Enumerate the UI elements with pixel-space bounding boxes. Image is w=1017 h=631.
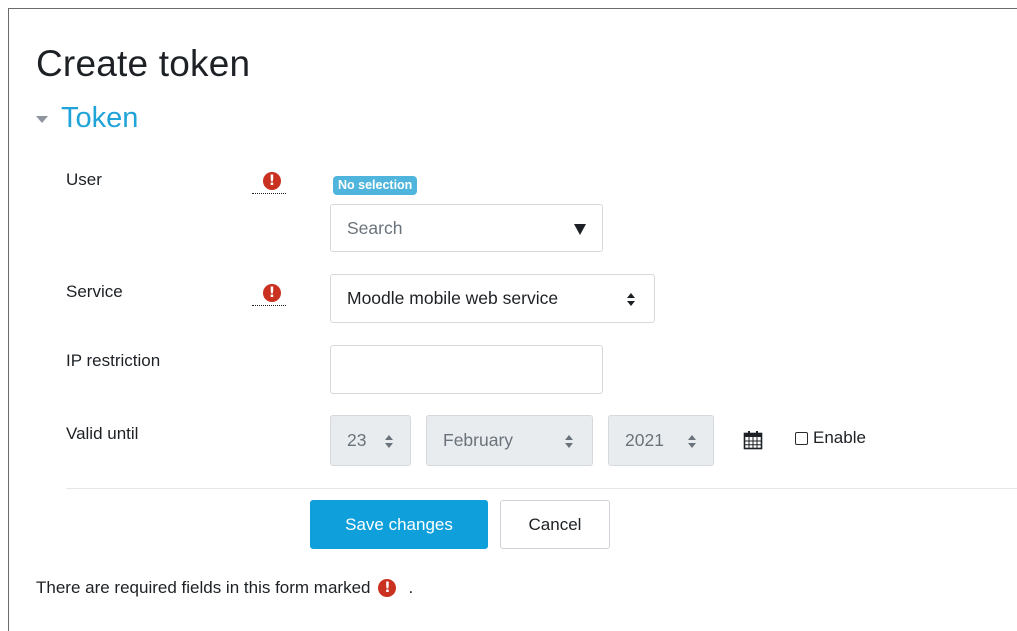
select-updown-icon bbox=[565, 435, 573, 449]
required-icon: ! bbox=[263, 172, 281, 190]
required-note-text: There are required fields in this form m… bbox=[36, 578, 371, 597]
select-updown-icon bbox=[385, 435, 393, 449]
year-value: 2021 bbox=[625, 430, 664, 450]
required-icon: ! bbox=[378, 579, 397, 597]
required-icon: ! bbox=[263, 284, 281, 302]
ip-restriction-label: IP restriction bbox=[66, 351, 161, 370]
dropdown-arrow-icon[interactable] bbox=[574, 224, 586, 235]
required-indicator-underline bbox=[252, 193, 286, 194]
no-selection-badge: No selection bbox=[333, 176, 418, 195]
required-fields-note: There are required fields in this form m… bbox=[36, 576, 413, 600]
month-value: February bbox=[443, 430, 514, 450]
calendar-icon[interactable] bbox=[743, 430, 763, 450]
ip-restriction-input[interactable] bbox=[330, 345, 603, 394]
service-label: Service bbox=[66, 282, 123, 301]
enable-checkbox-label[interactable]: Enable bbox=[795, 428, 866, 448]
service-selected-value: Moodle mobile web service bbox=[347, 288, 559, 308]
token-section-toggle[interactable]: Token bbox=[36, 98, 138, 138]
service-select[interactable]: Moodle mobile web service bbox=[330, 274, 655, 323]
day-select[interactable]: 23 bbox=[330, 415, 411, 466]
cancel-button[interactable]: Cancel bbox=[500, 500, 610, 549]
caret-down-icon bbox=[36, 115, 48, 123]
required-note-trailing: . bbox=[408, 578, 414, 597]
select-updown-icon bbox=[627, 293, 635, 307]
valid-until-label: Valid until bbox=[66, 424, 139, 443]
form-divider bbox=[66, 488, 1017, 489]
section-title: Token bbox=[61, 102, 139, 134]
user-label: User bbox=[66, 170, 102, 189]
search-placeholder: Search bbox=[347, 217, 403, 238]
save-changes-button[interactable]: Save changes bbox=[310, 500, 488, 549]
enable-label-text: Enable bbox=[813, 428, 866, 447]
select-updown-icon bbox=[688, 435, 696, 449]
enable-checkbox[interactable] bbox=[795, 431, 808, 445]
year-select[interactable]: 2021 bbox=[608, 415, 714, 466]
day-value: 23 bbox=[347, 430, 367, 450]
page-title: Create token bbox=[36, 43, 251, 84]
user-search-input[interactable]: Search bbox=[330, 204, 603, 252]
month-select[interactable]: February bbox=[426, 415, 593, 466]
required-indicator-underline bbox=[252, 305, 286, 306]
